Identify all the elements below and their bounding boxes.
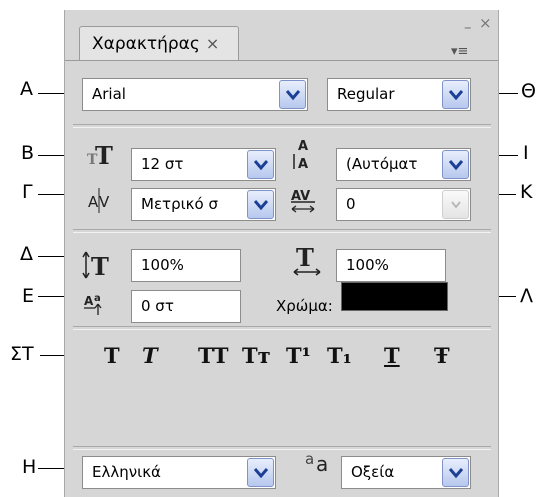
font-style-dropdown-button[interactable] (442, 80, 469, 109)
panel-menu-icon[interactable]: ▾≡ (451, 44, 468, 59)
baseline-shift-value: 0 στ (141, 297, 174, 315)
kerning-value: Μετρικό σ (141, 195, 218, 213)
svg-text:A: A (298, 157, 308, 171)
small-caps-button[interactable]: Tт (242, 345, 271, 366)
svg-text:T: T (296, 245, 314, 272)
minimize-icon[interactable]: – (464, 20, 472, 35)
callout-d: Δ (20, 243, 33, 265)
anti-aliasing-select[interactable]: Οξεία (341, 456, 471, 489)
chevron-down-icon (449, 90, 463, 101)
callout-i: I (523, 142, 529, 164)
tracking-stepper-button[interactable] (442, 190, 469, 219)
superscript-button[interactable]: T¹ (286, 345, 311, 366)
language-value: Ελληνικά (92, 463, 161, 481)
svg-text:T: T (95, 141, 113, 167)
vertical-scale-icon: T (82, 251, 109, 280)
tracking-value: 0 (346, 195, 356, 213)
tracking-field[interactable]: 0 (336, 188, 471, 221)
chevron-down-icon (254, 200, 268, 211)
subscript-button[interactable]: T₁ (327, 345, 352, 366)
font-family-select[interactable]: Arial (82, 78, 308, 111)
font-family-dropdown-button[interactable] (279, 80, 306, 109)
aa-large-letter: a (316, 452, 328, 476)
svg-text:A: A (88, 193, 99, 211)
tracking-icon: AV (291, 189, 315, 213)
kerning-dropdown-button[interactable] (247, 190, 274, 219)
kerning-select[interactable]: Μετρικό σ (131, 188, 276, 221)
svg-text:a: a (94, 293, 101, 304)
tab-close-icon[interactable]: × (206, 34, 219, 53)
aa-small-letter: a (305, 450, 314, 468)
strikethrough-button[interactable]: Ŧ (434, 345, 450, 366)
anti-aliasing-dropdown-button[interactable] (442, 458, 469, 487)
callout-th: Θ (521, 80, 536, 102)
chevron-down-icon (449, 468, 463, 479)
character-panel: – × Χαρακτήρας × ▾≡ Arial Regular T T 12 … (64, 10, 499, 497)
anti-aliasing-icon: a a (305, 450, 328, 476)
language-select[interactable]: Ελληνικά (82, 456, 276, 489)
separator (73, 446, 491, 450)
font-size-dropdown-button[interactable] (247, 150, 274, 179)
font-family-value: Arial (92, 85, 126, 103)
baseline-shift-icon: A a (84, 293, 102, 315)
font-size-icon: T T (87, 141, 113, 167)
leading-icon: A A (293, 139, 308, 171)
svg-text:V: V (99, 193, 110, 211)
all-caps-button[interactable]: TT (198, 345, 229, 366)
font-style-select[interactable]: Regular (327, 78, 471, 111)
underline-button[interactable]: T (384, 345, 400, 366)
leading-dropdown-button[interactable] (442, 150, 469, 179)
callout-l: Λ (520, 285, 533, 307)
tab-label: Χαρακτήρας (92, 34, 200, 54)
chevron-down-icon (451, 201, 461, 209)
color-swatch[interactable] (341, 282, 448, 311)
tab-character[interactable]: Χαρακτήρας × (79, 26, 239, 60)
separator (73, 326, 491, 330)
font-size-value: 12 στ (141, 155, 184, 173)
callout-e: E (22, 285, 35, 307)
kerning-icon: A V (88, 188, 110, 213)
callout-k: K (520, 181, 533, 203)
callout-b: B (21, 142, 35, 164)
anti-aliasing-value: Οξεία (351, 463, 395, 481)
font-style-value: Regular (337, 85, 395, 103)
separator (73, 124, 491, 128)
leading-select[interactable]: (Αυτόματ (336, 148, 471, 181)
svg-text:T: T (91, 252, 109, 280)
vertical-scale-field[interactable]: 100% (131, 249, 241, 282)
callout-g: Γ (22, 181, 33, 203)
chevron-down-icon (286, 90, 300, 101)
faux-italic-button[interactable]: T (142, 345, 158, 366)
baseline-shift-field[interactable]: 0 στ (131, 290, 241, 323)
callout-h: H (22, 456, 37, 478)
close-panel-icon[interactable]: × (479, 16, 492, 31)
faux-bold-button[interactable]: T (104, 345, 120, 366)
horizontal-scale-icon: T (293, 245, 321, 276)
callout-st: ΣΤ (10, 343, 34, 365)
chevron-down-icon (254, 468, 268, 479)
horizontal-scale-field[interactable]: 100% (336, 249, 446, 282)
chevron-down-icon (254, 160, 268, 171)
color-label: Χρώμα: (276, 297, 333, 315)
callout-a: A (20, 78, 33, 100)
language-dropdown-button[interactable] (247, 458, 274, 487)
svg-text:A: A (298, 139, 308, 154)
vertical-scale-value: 100% (141, 256, 184, 274)
leading-value: (Αυτόματ (346, 155, 418, 173)
separator (73, 229, 491, 233)
horizontal-scale-value: 100% (346, 256, 389, 274)
tab-divider (65, 60, 498, 61)
font-size-select[interactable]: 12 στ (131, 148, 276, 181)
chevron-down-icon (449, 160, 463, 171)
svg-text:A: A (84, 294, 94, 308)
